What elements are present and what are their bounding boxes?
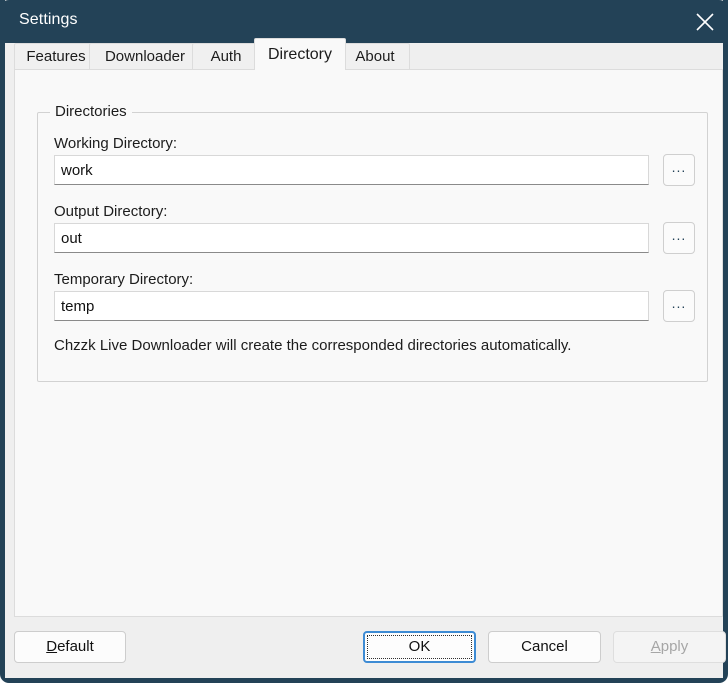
tab-about[interactable]: About <box>340 43 410 70</box>
apply-button-mnemonic: A <box>650 638 661 655</box>
tab-features[interactable]: Features <box>14 43 98 70</box>
directories-group: Directories Working Directory: ... Outpu… <box>37 103 708 382</box>
directory-tab-panel: Directories Working Directory: ... Outpu… <box>14 69 723 617</box>
apply-button-label: pply <box>660 638 689 655</box>
close-window-button[interactable] <box>682 0 728 43</box>
title-bar: Settings <box>0 0 728 43</box>
tab-downloader[interactable]: Downloader <box>89 43 201 70</box>
window-title: Settings <box>19 11 78 28</box>
ok-button-label: OK <box>408 638 431 655</box>
dialog-button-bar: Default OK Cancel Apply <box>5 617 726 678</box>
working-directory-label: Working Directory: <box>54 135 178 152</box>
tab-auth[interactable]: Auth <box>192 43 260 70</box>
tab-directory[interactable]: Directory <box>254 38 346 70</box>
working-directory-browse-button[interactable]: ... <box>663 154 695 186</box>
temporary-directory-browse-button[interactable]: ... <box>663 290 695 322</box>
temporary-directory-label: Temporary Directory: <box>54 271 194 288</box>
settings-tabs: Features Downloader Auth Directory About <box>5 38 723 70</box>
default-button-mnemonic: D <box>46 638 58 655</box>
working-directory-input[interactable] <box>54 155 649 185</box>
ok-button[interactable]: OK <box>363 631 476 663</box>
temporary-directory-input[interactable] <box>54 291 649 321</box>
settings-window: Settings Features Downloader Auth Direct… <box>0 0 728 683</box>
cancel-button[interactable]: Cancel <box>488 631 601 663</box>
output-directory-label: Output Directory: <box>54 203 168 220</box>
directories-group-title: Directories <box>50 103 132 120</box>
output-directory-input[interactable] <box>54 223 649 253</box>
default-button[interactable]: Default <box>14 631 126 663</box>
default-button-label: efault <box>57 638 94 655</box>
output-directory-browse-button[interactable]: ... <box>663 222 695 254</box>
directories-hint-text: Chzzk Live Downloader will create the co… <box>54 337 572 354</box>
apply-button[interactable]: Apply <box>613 631 726 663</box>
